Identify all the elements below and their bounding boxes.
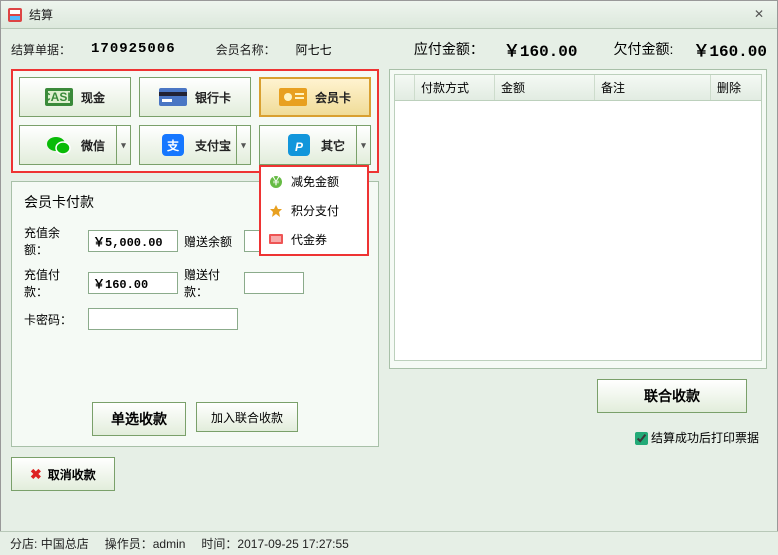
cancel-label: 取消收款 — [48, 466, 96, 483]
single-collect-button[interactable]: 单选收款 — [92, 402, 186, 436]
store-label: 分店: — [10, 537, 37, 551]
member-name: 阿七七 — [296, 41, 332, 58]
wechat-dropdown-toggle[interactable] — [116, 126, 130, 164]
print-checkbox[interactable] — [635, 432, 648, 445]
col-delete: 删除 — [711, 75, 761, 100]
operator-label: 操作员： — [105, 537, 153, 551]
svg-text:支: 支 — [166, 138, 180, 153]
points-icon — [269, 204, 283, 218]
svg-text:CASH: CASH — [45, 90, 73, 104]
pay-bank-label: 银行卡 — [195, 89, 231, 106]
other-dropdown-menu: ￥ 减免金额 积分支付 代金券 — [259, 165, 369, 256]
cash-icon: CASH — [45, 87, 73, 107]
header-row: 结算单据： 170925006 会员名称： 阿七七 应付金额： ￥160.00 … — [11, 37, 767, 61]
balance-label: 充值余额： — [24, 224, 82, 258]
store-name: 中国总店 — [41, 537, 89, 551]
cancel-x-icon: ✖ — [30, 466, 42, 483]
svg-text:￥: ￥ — [270, 175, 282, 188]
bonus-balance-label: 赠送余额 — [184, 233, 238, 250]
order-no-value: 170925006 — [91, 41, 176, 57]
member-label: 会员名称： — [216, 41, 276, 58]
pay-alipay-label: 支付宝 — [195, 137, 231, 154]
payment-methods-panel: CASH 现金 银行卡 会员卡 微信 支 支付宝 — [11, 69, 379, 173]
wechat-icon — [45, 135, 73, 155]
time-label: 时间： — [201, 537, 237, 551]
alipay-dropdown-toggle[interactable] — [236, 126, 250, 164]
bankcard-icon — [159, 87, 187, 107]
svg-text:P: P — [295, 140, 304, 154]
print-checkbox-label[interactable]: 结算成功后打印票据 — [635, 431, 759, 445]
title-bar: 结算 ✕ — [1, 1, 777, 29]
col-amount: 金额 — [495, 75, 595, 100]
due-label: 应付金额： — [414, 39, 484, 59]
col-method: 付款方式 — [415, 75, 495, 100]
col-note: 备注 — [595, 75, 711, 100]
app-icon — [7, 7, 23, 23]
add-joint-button[interactable]: 加入联合收款 — [196, 402, 298, 432]
voucher-icon — [269, 233, 283, 247]
status-bar: 分店: 中国总店 操作员：admin 时间：2017-09-25 17:27:5… — [0, 531, 778, 555]
joint-collect-button[interactable]: 联合收款 — [597, 379, 747, 413]
print-label-text: 结算成功后打印票据 — [651, 431, 759, 445]
other-icon: P — [285, 135, 313, 155]
menu-points[interactable]: 积分支付 — [261, 196, 367, 225]
menu-discount-label: 减免金额 — [291, 173, 339, 190]
pwd-input[interactable] — [88, 308, 238, 330]
time-value: 2017-09-25 17:27:55 — [237, 537, 348, 551]
owed-amount: ￥160.00 — [693, 37, 767, 61]
pay-other-button[interactable]: P 其它 — [259, 125, 371, 165]
discount-icon: ￥ — [269, 175, 283, 189]
pay-label: 充值付款： — [24, 266, 82, 300]
pwd-label: 卡密码： — [24, 311, 82, 328]
alipay-icon: 支 — [159, 135, 187, 155]
menu-voucher-label: 代金券 — [291, 231, 327, 248]
menu-voucher[interactable]: 代金券 — [261, 225, 367, 254]
table-header-row: 付款方式 金额 备注 删除 — [394, 74, 762, 101]
other-dropdown-toggle[interactable] — [356, 126, 370, 164]
operator-name: admin — [153, 537, 186, 551]
bonus-pay-label: 赠送付款： — [184, 266, 238, 300]
pay-alipay-button[interactable]: 支 支付宝 — [139, 125, 251, 165]
table-body — [394, 101, 762, 361]
menu-discount[interactable]: ￥ 减免金额 — [261, 167, 367, 196]
pay-member-button[interactable]: 会员卡 — [259, 77, 371, 117]
order-no-label: 结算单据： — [11, 41, 71, 58]
due-amount: ￥160.00 — [504, 37, 578, 61]
cancel-collect-button[interactable]: ✖ 取消收款 — [11, 457, 115, 491]
pay-input[interactable] — [88, 272, 178, 294]
pay-other-label: 其它 — [321, 137, 345, 154]
window-title: 结算 — [29, 6, 747, 23]
payments-table-panel: 付款方式 金额 备注 删除 — [389, 69, 767, 369]
pay-member-label: 会员卡 — [315, 89, 351, 106]
menu-points-label: 积分支付 — [291, 202, 339, 219]
close-button[interactable]: ✕ — [747, 6, 771, 24]
pay-cash-button[interactable]: CASH 现金 — [19, 77, 131, 117]
balance-input[interactable] — [88, 230, 178, 252]
pay-wechat-button[interactable]: 微信 — [19, 125, 131, 165]
membercard-icon — [279, 87, 307, 107]
pay-bank-button[interactable]: 银行卡 — [139, 77, 251, 117]
bonus-pay-input[interactable] — [244, 272, 304, 294]
owed-label: 欠付金额: — [613, 39, 673, 59]
pay-wechat-label: 微信 — [81, 137, 105, 154]
pay-cash-label: 现金 — [81, 89, 105, 106]
